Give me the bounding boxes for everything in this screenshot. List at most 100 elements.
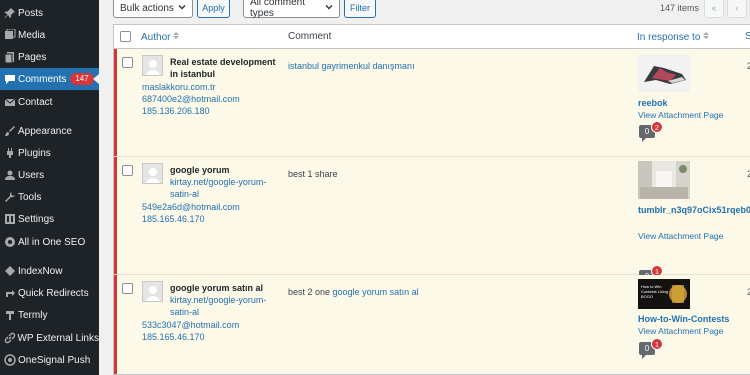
author-ip[interactable]: 185.136.206.180 — [142, 105, 210, 117]
comment-text: best 2 one google yorum satın al — [288, 287, 419, 297]
author-ip[interactable]: 185.165.46.170 — [142, 331, 205, 343]
sidebar-item-wp-external-links[interactable]: WP External Links — [0, 327, 99, 349]
thumbnail-caption: How to Win Contests Using BOGO — [641, 284, 669, 299]
sidebar-item-label: Users — [18, 169, 45, 181]
response-title[interactable]: tumblr_n3q97oCix51rqeb09o1_1280 — [638, 204, 750, 216]
link-icon — [0, 332, 17, 344]
settings-icon — [0, 213, 18, 225]
comments-table: Author Comment In response to S Real est… — [113, 24, 750, 375]
comment-text: istanbul gayrimenkul danışmanı — [288, 61, 415, 71]
sidebar-item-label: Posts — [18, 7, 44, 19]
indexnow-icon — [0, 265, 18, 277]
bulk-actions-select[interactable]: Bulk actions — [113, 0, 193, 18]
view-attachment-link[interactable]: View Attachment Page — [638, 110, 723, 120]
comment-link[interactable]: google yorum satın al — [333, 287, 419, 297]
author-email[interactable]: 533c3047@hotmail.com — [142, 319, 239, 331]
chevron-down-icon — [325, 3, 333, 14]
pages-icon — [0, 51, 18, 63]
sidebar-item-indexnow[interactable]: IndexNow — [0, 260, 99, 282]
row-checkbox[interactable] — [122, 57, 133, 68]
row-checkbox[interactable] — [122, 283, 133, 294]
sidebar-item-plugins[interactable]: Plugins — [0, 142, 99, 164]
seo-icon — [0, 236, 18, 248]
filter-button[interactable]: Filter — [344, 0, 376, 18]
attachment-thumbnail[interactable] — [638, 54, 690, 92]
users-icon — [0, 169, 18, 181]
column-submitted[interactable]: S — [745, 31, 750, 42]
items-count: 147 items — [660, 3, 700, 13]
main-content: Bulk actions Apply All comment types Fil… — [99, 0, 750, 375]
bell-icon — [0, 354, 18, 366]
first-page-button[interactable]: « — [704, 0, 724, 18]
response-title[interactable]: reebok — [638, 97, 668, 109]
sidebar-item-comments[interactable]: Comments 147 — [0, 68, 99, 90]
avatar — [142, 281, 163, 302]
sidebar-item-settings[interactable]: Settings — [0, 208, 99, 230]
sidebar-item-label: Comments — [18, 73, 67, 85]
apply-button[interactable]: Apply — [197, 0, 230, 18]
sidebar-item-label: Contact — [18, 96, 53, 108]
sidebar-item-all-in-one-seo[interactable]: All in One SEO — [0, 231, 99, 253]
author-email[interactable]: 687400e2@hotmail.com — [142, 93, 240, 105]
author-url[interactable]: maslakkoru.com.tr — [142, 81, 216, 93]
column-author[interactable]: Author — [141, 31, 180, 43]
prev-page-button[interactable]: ‹ — [727, 0, 747, 18]
sidebar-item-appearance[interactable]: Appearance — [0, 120, 99, 142]
author-name: google yorum — [170, 165, 230, 175]
view-attachment-link[interactable]: View Attachment Page — [638, 326, 723, 336]
comment-plain-text: best 1 share — [288, 169, 338, 179]
avatar — [142, 163, 163, 184]
table-row: Real estate development in istanbul masl… — [114, 49, 750, 157]
sidebar-item-label: OneSignal Push — [18, 354, 91, 366]
sidebar-item-quick-redirects[interactable]: Quick Redirects — [0, 282, 99, 304]
redirect-icon — [0, 287, 18, 299]
sidebar-item-label: All in One SEO — [18, 236, 86, 248]
author-email[interactable]: 549e2a6d@hotmail.com — [142, 201, 240, 213]
sidebar-item-label: Termly — [18, 309, 48, 321]
column-in-response-to[interactable]: In response to — [637, 31, 710, 43]
paintbrush-icon — [0, 125, 18, 137]
author-name: google yorum satın al — [170, 283, 264, 293]
sidebar-item-users[interactable]: Users — [0, 164, 99, 186]
column-comment: Comment — [288, 31, 332, 42]
sidebar-item-tools[interactable]: Tools — [0, 186, 99, 208]
author-name: Real estate development in istanbul — [170, 57, 276, 79]
sidebar-item-label: Plugins — [18, 147, 51, 159]
select-all-checkbox[interactable] — [120, 31, 131, 42]
plugin-icon — [0, 147, 18, 159]
comments-icon — [0, 73, 18, 85]
comment-type-select[interactable]: All comment types — [243, 0, 340, 19]
termly-icon — [0, 309, 18, 321]
table-toolbar: Bulk actions Apply All comment types Fil… — [99, 0, 750, 24]
sidebar-item-label: Tools — [18, 191, 42, 203]
author-url[interactable]: kirtay.net/google-yorum-satin-al — [170, 294, 270, 318]
sort-icon — [173, 32, 180, 43]
attachment-thumbnail[interactable]: How to Win Contests Using BOGO — [638, 279, 690, 309]
response-title[interactable]: How-to-Win-Contests — [638, 313, 729, 325]
sidebar-item-posts[interactable]: Posts — [0, 2, 99, 24]
sidebar-item-label: IndexNow — [18, 265, 63, 277]
row-checkbox[interactable] — [122, 165, 133, 176]
author-url[interactable]: kirtay.net/google-yorum-satin-al — [170, 176, 270, 200]
author-ip[interactable]: 185.165.46.170 — [142, 213, 205, 225]
attachment-thumbnail[interactable] — [638, 161, 690, 199]
pending-comments-badge[interactable]: 1 — [651, 338, 663, 350]
sidebar-item-media[interactable]: Media — [0, 24, 99, 46]
admin-sidebar: Posts Media Pages Comments 147 Contact A… — [0, 0, 99, 375]
table-row: google yorum kirtay.net/google-yorum-sat… — [114, 157, 750, 287]
media-icon — [0, 29, 18, 41]
pending-comments-badge[interactable]: 2 — [651, 121, 663, 133]
sidebar-item-onesignal-push[interactable]: OneSignal Push — [0, 349, 99, 371]
sidebar-item-contact[interactable]: Contact — [0, 91, 99, 113]
sidebar-item-label: Settings — [18, 213, 55, 225]
view-attachment-link[interactable]: View Attachment Page — [638, 231, 723, 241]
comment-plain-text: best 2 one — [288, 287, 333, 297]
column-author-label: Author — [141, 32, 171, 43]
column-response-label: In response to — [637, 32, 701, 43]
sidebar-item-pages[interactable]: Pages — [0, 46, 99, 68]
sidebar-item-termly[interactable]: Termly — [0, 304, 99, 326]
pushpin-icon — [0, 7, 18, 19]
sidebar-item-label: Pages — [18, 51, 47, 63]
comment-link[interactable]: istanbul gayrimenkul danışmanı — [288, 61, 415, 71]
bulk-actions-value: Bulk actions — [120, 2, 174, 14]
